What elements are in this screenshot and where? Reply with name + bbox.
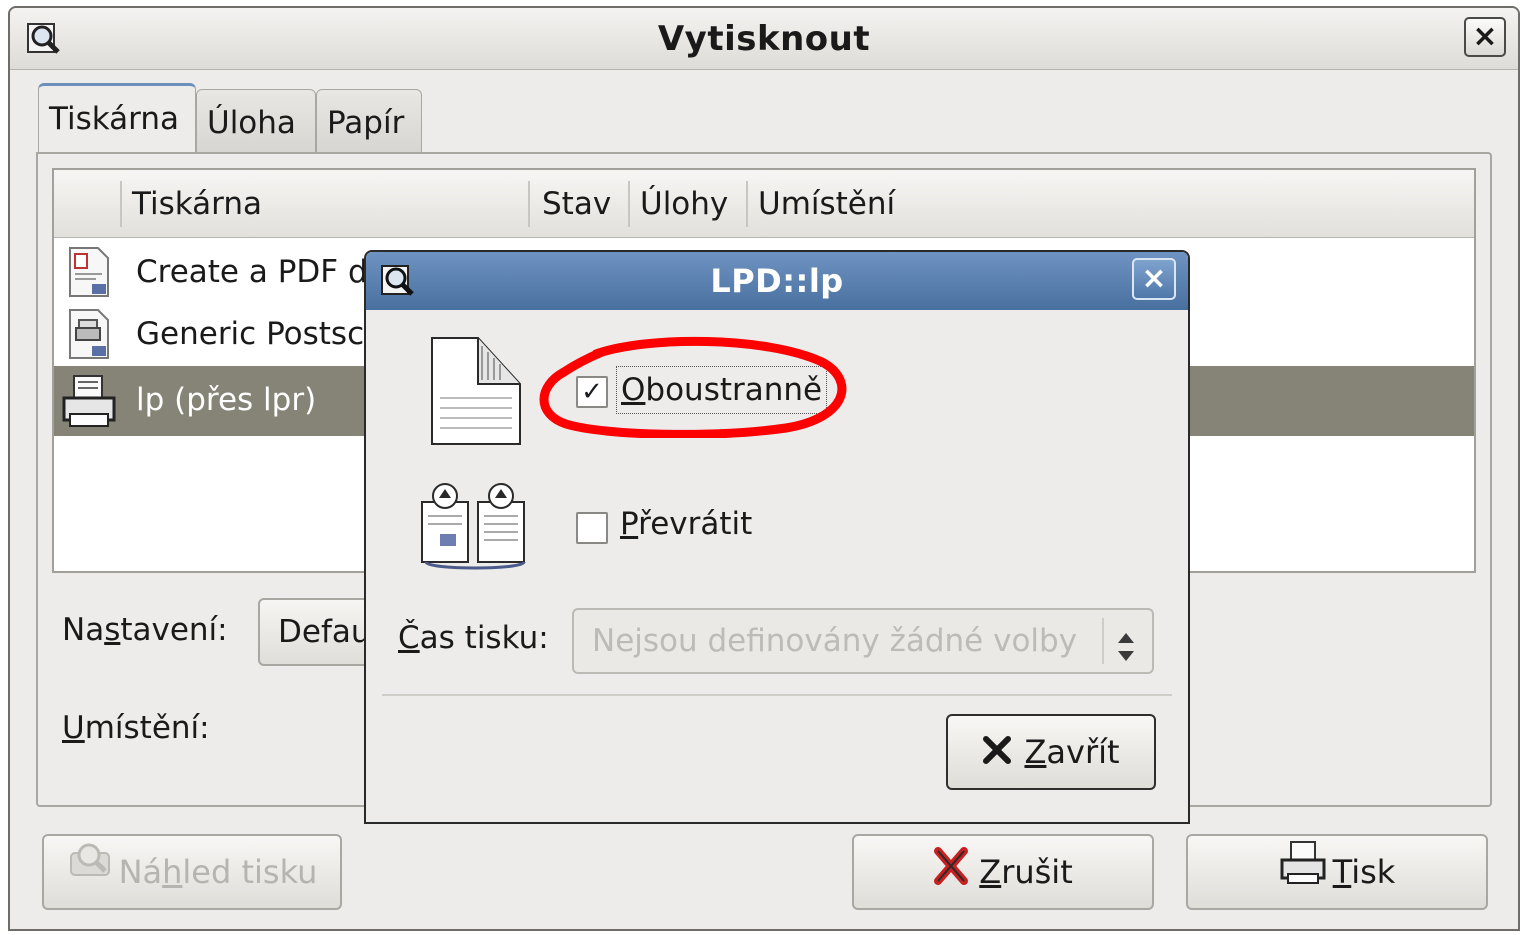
cancel-button[interactable]: Zrušit [852, 834, 1154, 910]
column-header-tiskarna[interactable]: Tiskárna [132, 170, 262, 238]
print-time-select-value: Nejsou definovány žádné volby [592, 623, 1078, 659]
printer-name: Generic Postsc [136, 316, 365, 352]
print-preview-button[interactable]: Náhled tisku [42, 834, 342, 910]
dialog-title: LPD::lp [710, 262, 844, 300]
print-button[interactable]: Tisk [1186, 834, 1488, 910]
tab-papir[interactable]: Papír [316, 89, 422, 155]
column-separator [120, 181, 122, 227]
settings-label: Nastavení: [62, 612, 228, 648]
tumble-pages-icon [414, 480, 538, 576]
printer-name: lp (přes lpr) [136, 382, 317, 418]
settings-combo-value: Defau [278, 614, 371, 650]
tumble-label[interactable]: Převrátit [620, 506, 752, 542]
print-time-select[interactable]: Nejsou definovány žádné volby [572, 608, 1154, 674]
column-separator [746, 181, 748, 227]
print-icon [1279, 838, 1327, 911]
column-separator [628, 181, 630, 227]
dialog-close-button[interactable]: × [1132, 258, 1176, 300]
duplex-page-icon [426, 334, 526, 452]
window-close-button[interactable]: × [1464, 17, 1506, 57]
combo-divider [1102, 618, 1104, 664]
window-title: Vytisknout [657, 19, 871, 59]
column-header-umisteni[interactable]: Umístění [758, 170, 895, 238]
printer-name: Create a PDF d [136, 254, 368, 290]
column-header-stav[interactable]: Stav [542, 170, 611, 238]
dialog-titlebar[interactable]: LPD::lp × [366, 252, 1188, 310]
tumble-checkbox[interactable] [576, 512, 608, 544]
printer-icon [60, 372, 118, 454]
red-annotation-ellipse [536, 332, 852, 442]
print-time-label: Čas tisku: [398, 620, 549, 656]
dialog-separator [382, 694, 1172, 696]
print-preview-icon [67, 838, 113, 910]
main-titlebar[interactable]: Vytisknout × [10, 8, 1518, 70]
location-label: Umístění: [62, 710, 210, 746]
column-separator [528, 181, 530, 227]
tab-uloha[interactable]: Úloha [196, 89, 316, 155]
column-header-ulohy[interactable]: Úlohy [640, 170, 728, 238]
close-button[interactable]: Zavřít [946, 714, 1156, 790]
close-x-icon [982, 718, 1012, 790]
updown-arrows-icon [1114, 624, 1138, 686]
tab-tiskarna[interactable]: Tiskárna [38, 83, 196, 155]
cancel-icon [933, 838, 969, 910]
